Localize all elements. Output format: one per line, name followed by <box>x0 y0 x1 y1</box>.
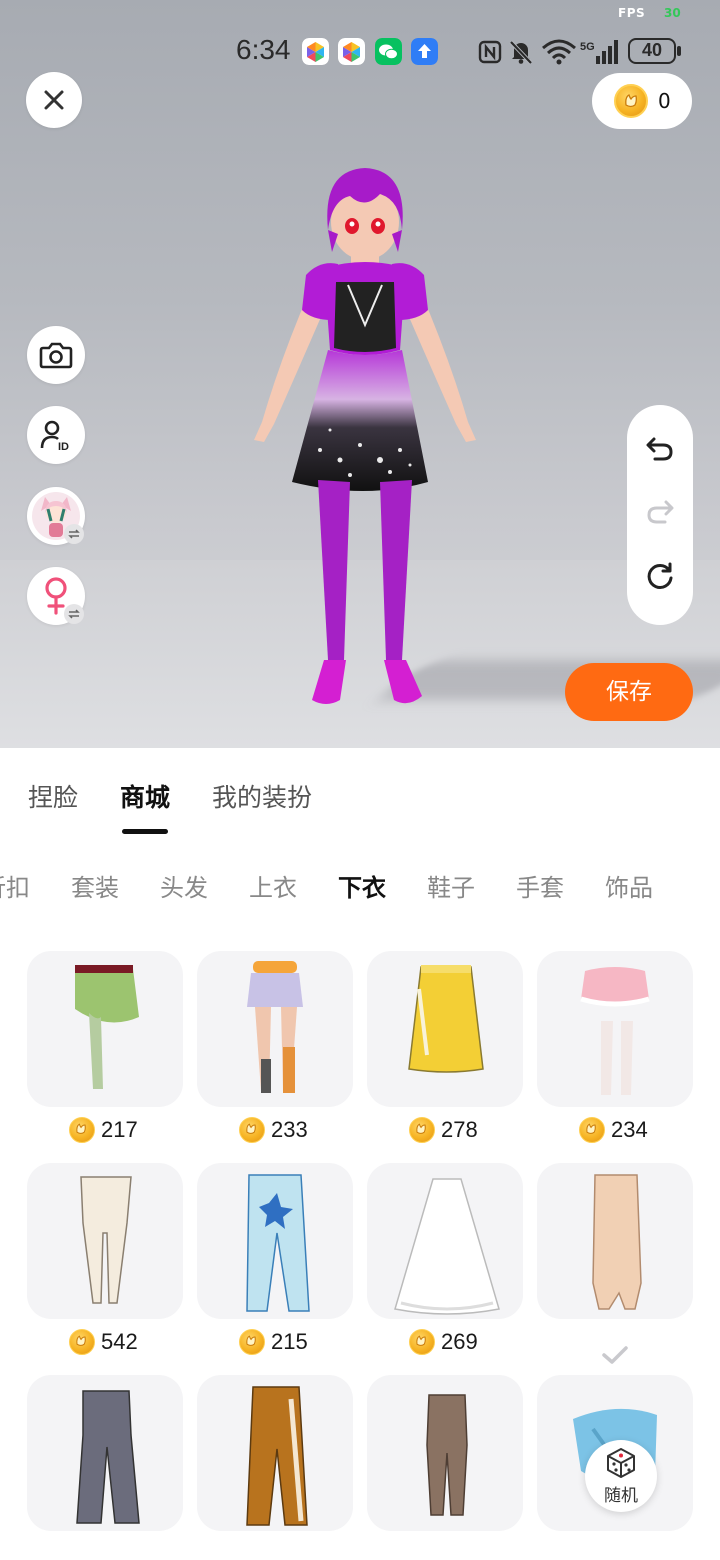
item-thumbnail <box>426 1394 468 1516</box>
item-price-value: 234 <box>611 1117 648 1142</box>
coin-balance-value: 0 <box>658 89 671 113</box>
undo-button[interactable] <box>645 435 675 467</box>
item-thumbnail <box>247 961 303 1093</box>
category-accessories[interactable]: 饰品 <box>605 868 653 903</box>
tab-face-edit[interactable]: 捏脸 <box>28 778 78 814</box>
item-price: 234 <box>579 1117 648 1143</box>
item-thumbnail <box>246 1174 310 1312</box>
item-price-value: 233 <box>271 1117 308 1142</box>
item-thumbnail <box>408 965 484 1073</box>
item-card-blue-star-pants[interactable] <box>197 1163 353 1319</box>
undo-icon <box>646 437 673 461</box>
dice-icon <box>607 1447 635 1478</box>
category-tops[interactable]: 上衣 <box>249 868 297 903</box>
app-notification-icon <box>338 38 365 65</box>
close-button[interactable] <box>26 72 82 128</box>
item-price-value: 278 <box>441 1117 478 1142</box>
item-thumbnail <box>80 1176 132 1304</box>
main-tabs: 捏脸 商城 我的装扮 <box>28 778 312 834</box>
item-thumbnail <box>394 1178 500 1315</box>
coin-icon <box>239 1117 265 1143</box>
avatar-stage[interactable]: FPS 30 6:34 5G 40 0 ID 保存 <box>0 0 720 748</box>
item-card-lilac-shorts-with-boots[interactable] <box>197 951 353 1107</box>
switch-gender-button[interactable] <box>27 567 85 625</box>
item-card-brown-track-pants[interactable] <box>197 1375 353 1531</box>
item-price: 278 <box>409 1117 478 1143</box>
reset-icon <box>647 562 673 590</box>
item-price: 217 <box>69 1117 138 1143</box>
status-bar: FPS 30 6:34 5G 40 <box>0 0 720 70</box>
avatar-3d-figure[interactable] <box>240 160 490 720</box>
fps-label: FPS <box>618 6 646 20</box>
close-icon <box>44 90 64 110</box>
item-card-cream-leggings[interactable] <box>27 1163 183 1319</box>
category-shoes[interactable]: 鞋子 <box>427 868 475 903</box>
fps-value: 30 <box>664 6 681 20</box>
category-discount[interactable]: 折扣 <box>0 868 30 903</box>
item-card-gray-flare-jeans[interactable] <box>27 1375 183 1531</box>
item-thumbnail <box>580 967 650 1095</box>
redo-button[interactable] <box>645 498 675 530</box>
history-controls <box>627 405 693 625</box>
category-gloves[interactable]: 手套 <box>516 868 564 903</box>
item-card-white-lace-skirt[interactable] <box>367 1163 523 1319</box>
item-price-value: 215 <box>271 1329 308 1354</box>
cellular-signal-icon: 5G <box>580 40 618 64</box>
item-price-value: 217 <box>101 1117 138 1142</box>
category-bottoms[interactable]: 下衣 <box>338 868 386 903</box>
app-notification-icon <box>302 38 329 65</box>
wifi-icon <box>542 39 576 65</box>
save-button[interactable]: 保存 <box>565 663 693 721</box>
avatar-id-button[interactable]: ID <box>27 406 85 464</box>
swap-icon <box>64 524 84 544</box>
coin-icon <box>69 1117 95 1143</box>
swap-icon <box>64 604 84 624</box>
tab-shop[interactable]: 商城 <box>120 778 170 834</box>
item-card-yellow-pencil-skirt[interactable] <box>367 951 523 1107</box>
item-thumbnail <box>76 1390 140 1524</box>
item-card-green-asymmetric-skirt[interactable] <box>27 951 183 1107</box>
item-card-beige-long-skirt[interactable] <box>537 1163 693 1319</box>
item-thumbnail <box>75 965 139 1089</box>
owned-check-icon <box>602 1346 628 1364</box>
reset-button[interactable] <box>645 561 675 595</box>
battery-indicator: 40 <box>628 38 681 64</box>
coin-icon <box>579 1117 605 1143</box>
item-thumbnail <box>592 1174 642 1310</box>
switch-avatar-button[interactable] <box>27 487 85 545</box>
category-sets[interactable]: 套装 <box>71 868 119 903</box>
category-tabs[interactable]: 折扣 套装 头发 上衣 下衣 鞋子 手套 饰品 <box>0 868 653 903</box>
nfc-icon <box>478 40 502 64</box>
coin-icon <box>614 84 648 118</box>
coin-icon <box>239 1329 265 1355</box>
coin-balance[interactable]: 0 <box>592 73 692 129</box>
item-price: 542 <box>69 1329 138 1355</box>
category-hair[interactable]: 头发 <box>160 868 208 903</box>
status-time: 6:34 <box>236 34 291 65</box>
item-price-value: 542 <box>101 1329 138 1354</box>
mute-icon <box>509 40 533 65</box>
redo-icon <box>647 500 674 524</box>
item-price: 269 <box>409 1329 478 1355</box>
coin-icon <box>69 1329 95 1355</box>
item-card-brown-leggings[interactable] <box>367 1375 523 1531</box>
network-type: 5G <box>580 41 595 53</box>
coin-icon <box>409 1117 435 1143</box>
camera-button[interactable] <box>27 326 85 384</box>
camera-icon <box>39 342 73 369</box>
random-label: 随机 <box>604 1485 638 1506</box>
id-icon: ID <box>40 420 69 452</box>
item-price: 233 <box>239 1117 308 1143</box>
svg-text:ID: ID <box>58 441 69 452</box>
random-button[interactable]: 随机 <box>585 1440 657 1512</box>
item-thumbnail <box>246 1386 308 1526</box>
item-card-pink-frill-skirt[interactable] <box>537 951 693 1107</box>
item-price-value: 269 <box>441 1329 478 1354</box>
item-price: 215 <box>239 1329 308 1355</box>
upload-app-icon <box>411 38 438 65</box>
wechat-icon <box>375 38 402 65</box>
coin-icon <box>409 1329 435 1355</box>
tab-my-outfits[interactable]: 我的装扮 <box>212 778 312 814</box>
